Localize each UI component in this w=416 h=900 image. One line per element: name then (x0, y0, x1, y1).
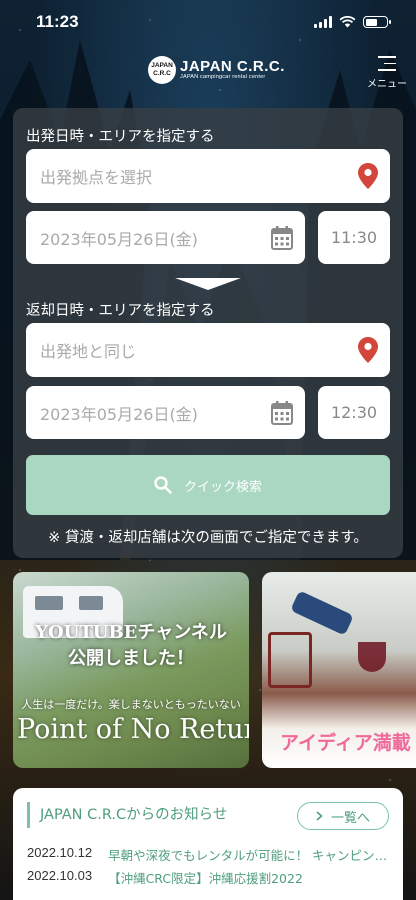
news-list-button[interactable]: 一覧へ (297, 802, 389, 830)
cellular-signal-icon (314, 16, 332, 28)
store-selection-note: ※ 貸渡・返却店舗は次の画面でご指定できます。 (48, 530, 368, 546)
news-title[interactable]: 早朝や深夜でもレンタルが可能に！ キャンピングカー (108, 845, 393, 864)
banner-youtube-heading: YOUTUBEチャンネル 公開しました！ (13, 620, 249, 672)
map-pin-icon (358, 163, 378, 189)
return-time-field[interactable]: 12:30 (318, 386, 390, 439)
news-date: 2022.10.03 (27, 868, 93, 883)
wifi-icon (339, 16, 356, 28)
logo-badge: JAPAN C.R.C (148, 56, 176, 84)
departure-date-field[interactable]: 2023年05月26日(金) (26, 211, 305, 264)
return-location-placeholder: 出発地と同じ (40, 342, 137, 361)
arrow-down-icon (175, 278, 241, 290)
banner-youtube-title: Point of No Return (17, 714, 249, 745)
search-icon (154, 476, 172, 494)
photo-hand (290, 590, 354, 636)
departure-time-field[interactable]: 11:30 (318, 211, 390, 264)
news-section: JAPAN C.R.Cからのお知らせ 一覧へ 2022.10.12 早朝や深夜で… (13, 788, 403, 900)
return-time-value: 12:30 (330, 403, 378, 422)
return-section-title: 返却日時・エリアを指定する (26, 303, 215, 319)
logo-subtitle: JAPAN campingcar rental center (180, 74, 266, 80)
news-item[interactable]: 2022.10.03 【沖縄CRC限定】沖縄応援割2022 (27, 868, 393, 887)
header: JAPAN C.R.C JAPAN C.R.C. JAPAN campingca… (0, 44, 416, 108)
site-logo[interactable]: JAPAN C.R.C JAPAN C.R.C. JAPAN campingca… (148, 56, 285, 84)
banner-ideas[interactable]: アイディア満載 (262, 572, 416, 768)
logo-name: JAPAN C.R.C. (180, 58, 285, 75)
status-time: 11:23 (36, 12, 79, 31)
banner-carousel[interactable]: YOUTUBEチャンネル 公開しました！ 人生は一度だけ。楽しまないともったいな… (0, 572, 416, 768)
quick-search-panel: 出発日時・エリアを指定する 出発拠点を選択 2023年05月26日(金) 11:… (13, 108, 403, 558)
quick-search-button[interactable]: クイック検索 (26, 455, 390, 515)
return-date-value: 2023年05月26日(金) (40, 404, 198, 424)
menu-button[interactable]: メニュー (366, 54, 408, 96)
calendar-icon (271, 225, 293, 250)
menu-label: メニュー (367, 78, 407, 90)
photo-grill (268, 632, 312, 688)
news-heading: JAPAN C.R.Cからのお知らせ (27, 802, 227, 828)
status-bar: 11:23 (0, 0, 416, 44)
return-date-field[interactable]: 2023年05月26日(金) (26, 386, 305, 439)
departure-location-placeholder: 出発拠点を選択 (40, 168, 153, 187)
battery-icon (363, 16, 391, 28)
news-title[interactable]: 【沖縄CRC限定】沖縄応援割2022 (108, 868, 303, 887)
banner-youtube-subtitle: 人生は一度だけ。楽しまないともったいない (21, 698, 241, 711)
departure-location-select[interactable]: 出発拠点を選択 (26, 149, 390, 203)
banner-youtube-line2: 公開しました！ (68, 648, 194, 669)
chevron-right-icon (316, 811, 323, 821)
banner-youtube[interactable]: YOUTUBEチャンネル 公開しました！ 人生は一度だけ。楽しまないともったいな… (13, 572, 249, 768)
calendar-icon (271, 400, 293, 425)
photo-wine-glass (358, 642, 386, 672)
return-location-select[interactable]: 出発地と同じ (26, 323, 390, 377)
map-pin-icon (358, 337, 378, 363)
departure-time-value: 11:30 (330, 228, 378, 247)
banner-youtube-line1: YOUTUBEチャンネル (35, 622, 227, 643)
quick-search-label: クイック検索 (183, 479, 262, 495)
banner-ideas-title: アイディア満載 (280, 732, 411, 754)
news-date: 2022.10.12 (27, 845, 93, 860)
news-list-label: 一覧へ (330, 810, 370, 826)
news-item[interactable]: 2022.10.12 早朝や深夜でもレンタルが可能に！ キャンピングカー (27, 845, 393, 864)
hamburger-icon (378, 56, 396, 76)
departure-section-title: 出発日時・エリアを指定する (26, 129, 215, 145)
status-icons (314, 16, 391, 28)
departure-date-value: 2023年05月26日(金) (40, 229, 198, 249)
